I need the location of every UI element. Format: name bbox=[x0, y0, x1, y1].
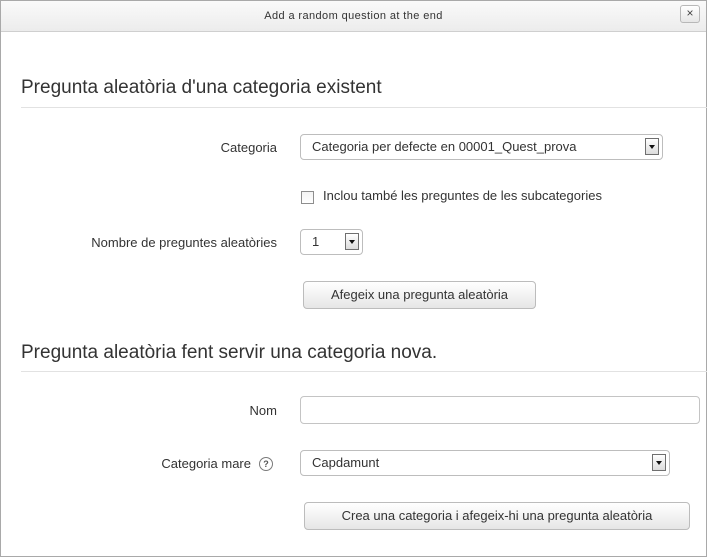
random-question-dialog: Add a random question at the end × Pregu… bbox=[0, 0, 707, 557]
close-icon[interactable]: × bbox=[680, 5, 700, 23]
add-random-question-button[interactable]: Afegeix una pregunta aleatòria bbox=[303, 281, 536, 309]
section-divider bbox=[21, 371, 707, 372]
chevron-down-icon bbox=[652, 454, 666, 471]
category-select[interactable]: Categoria per defecte en 00001_Quest_pro… bbox=[300, 134, 663, 160]
include-subcategories-checkbox[interactable] bbox=[301, 191, 314, 204]
include-subcategories-label: Inclou també les preguntes de les subcat… bbox=[323, 188, 602, 203]
category-select-value: Categoria per defecte en 00001_Quest_pro… bbox=[312, 139, 577, 154]
category-label: Categoria bbox=[220, 140, 277, 155]
parent-category-select[interactable]: Capdamunt bbox=[300, 450, 670, 476]
random-count-select-value: 1 bbox=[312, 234, 320, 249]
random-count-select[interactable]: 1 bbox=[300, 229, 363, 255]
dialog-titlebar: Add a random question at the end × bbox=[1, 1, 706, 32]
chevron-down-icon bbox=[645, 138, 659, 155]
existing-category-heading: Pregunta aleatòria d'una categoria exist… bbox=[21, 77, 382, 98]
name-label: Nom bbox=[249, 403, 277, 418]
section-divider bbox=[21, 107, 707, 108]
parent-category-label: Categoria mare bbox=[161, 456, 251, 471]
random-count-label: Nombre de preguntes aleatòries bbox=[91, 235, 277, 250]
new-category-heading: Pregunta aleatòria fent servir una categ… bbox=[21, 342, 438, 363]
create-category-button[interactable]: Crea una categoria i afegeix-hi una preg… bbox=[304, 502, 690, 530]
parent-category-select-value: Capdamunt bbox=[312, 455, 380, 470]
chevron-down-icon bbox=[345, 233, 359, 250]
dialog-title: Add a random question at the end bbox=[264, 10, 443, 22]
help-icon[interactable]: ? bbox=[259, 457, 273, 471]
name-input[interactable] bbox=[300, 396, 700, 424]
